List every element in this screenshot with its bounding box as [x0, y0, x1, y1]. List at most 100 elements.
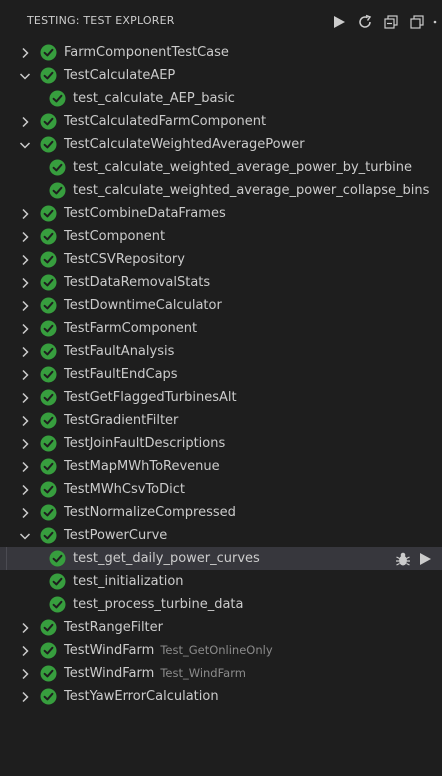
chevron-right-icon[interactable]	[17, 367, 33, 383]
test-suite-row[interactable]: TestYawErrorCalculation	[0, 685, 442, 708]
test-suite-row[interactable]: TestFaultEndCaps	[0, 363, 442, 386]
test-label: TestFaultAnalysis	[64, 343, 174, 360]
test-explorer-header: TESTING: TEST EXPLORER	[0, 0, 442, 42]
passed-icon	[40, 504, 57, 521]
test-name: TestFaultEndCaps	[64, 367, 178, 382]
chevron-right-icon[interactable]	[17, 436, 33, 452]
test-suite-row[interactable]: TestMWhCsvToDict	[0, 478, 442, 501]
test-label: TestCalculatedFarmComponent	[64, 113, 266, 130]
chevron-right-icon[interactable]	[17, 229, 33, 245]
passed-icon	[40, 113, 57, 130]
test-label: TestCombineDataFrames	[64, 205, 226, 222]
test-case-row[interactable]: test_initialization	[0, 570, 442, 593]
more-icon[interactable]	[437, 549, 442, 568]
test-suite-row[interactable]: TestPowerCurve	[0, 524, 442, 547]
chevron-right-icon[interactable]	[17, 643, 33, 659]
chevron-right-icon[interactable]	[17, 459, 33, 475]
test-suite-row[interactable]: TestCalculateWeightedAveragePower	[0, 133, 442, 156]
test-suite-row[interactable]: TestGradientFilter	[0, 409, 442, 432]
collapse-icon[interactable]	[380, 11, 402, 33]
test-name: TestComponent	[64, 229, 166, 244]
test-name: TestGetFlaggedTurbinesAlt	[64, 390, 237, 405]
test-name: TestJoinFaultDescriptions	[64, 436, 226, 451]
chevron-down-icon[interactable]	[17, 528, 33, 544]
chevron-right-icon[interactable]	[17, 413, 33, 429]
test-label: TestNormalizeCompressed	[64, 504, 236, 521]
test-suite-row[interactable]: TestGetFlaggedTurbinesAlt	[0, 386, 442, 409]
chevron-right-icon[interactable]	[17, 482, 33, 498]
chevron-right-icon[interactable]	[17, 45, 33, 61]
test-suite-row[interactable]: TestDowntimeCalculator	[0, 294, 442, 317]
test-name: TestWindFarm	[64, 666, 155, 681]
test-suite-row[interactable]: TestCalculatedFarmComponent	[0, 110, 442, 133]
chevron-right-icon[interactable]	[17, 390, 33, 406]
test-suite-row[interactable]: TestWindFarm Test_GetOnlineOnly	[0, 639, 442, 662]
chevron-right-icon[interactable]	[17, 206, 33, 222]
test-label: test_get_daily_power_curves	[73, 550, 260, 567]
test-name: TestWindFarm	[64, 643, 155, 658]
chevron-right-icon[interactable]	[17, 321, 33, 337]
chevron-right-icon[interactable]	[17, 666, 33, 682]
chevron-right-icon[interactable]	[17, 252, 33, 268]
test-name: TestNormalizeCompressed	[64, 505, 236, 520]
passed-icon	[49, 159, 66, 176]
test-name: TestDowntimeCalculator	[64, 298, 222, 313]
test-suite-row[interactable]: TestWindFarm Test_WindFarm	[0, 662, 442, 685]
test-suite-row[interactable]: TestNormalizeCompressed	[0, 501, 442, 524]
chevron-right-icon[interactable]	[17, 620, 33, 636]
test-description: Test_GetOnlineOnly	[160, 643, 273, 657]
test-label: TestCalculateWeightedAveragePower	[64, 136, 305, 153]
test-label: test_calculate_weighted_average_power_by…	[73, 159, 412, 176]
test-label: TestRangeFilter	[64, 619, 163, 636]
test-name: TestGradientFilter	[64, 413, 179, 428]
test-suite-row[interactable]: TestJoinFaultDescriptions	[0, 432, 442, 455]
test-suite-row[interactable]: TestFarmComponent	[0, 317, 442, 340]
test-suite-row[interactable]: TestCombineDataFrames	[0, 202, 442, 225]
refresh-icon[interactable]	[354, 11, 376, 33]
test-label: TestYawErrorCalculation	[64, 688, 219, 705]
test-suite-row[interactable]: FarmComponentTestCase	[0, 41, 442, 64]
test-label: TestFaultEndCaps	[64, 366, 178, 383]
chevron-down-icon[interactable]	[17, 137, 33, 153]
test-label: TestComponent	[64, 228, 165, 245]
passed-icon	[40, 688, 57, 705]
passed-icon	[40, 228, 57, 245]
run-all-icon[interactable]	[328, 11, 350, 33]
test-suite-row[interactable]: TestCSVRepository	[0, 248, 442, 271]
passed-icon	[40, 389, 57, 406]
clear-icon[interactable]	[406, 11, 428, 33]
run-icon[interactable]	[415, 549, 435, 568]
test-suite-row[interactable]: TestDataRemovalStats	[0, 271, 442, 294]
passed-icon	[40, 481, 57, 498]
test-name: test_initialization	[73, 574, 184, 589]
chevron-down-icon[interactable]	[17, 68, 33, 84]
passed-icon	[40, 274, 57, 291]
test-suite-row[interactable]: TestComponent	[0, 225, 442, 248]
test-label: TestCalculateAEP	[64, 67, 175, 84]
more-icon[interactable]	[432, 11, 442, 33]
test-suite-row[interactable]: TestFaultAnalysis	[0, 340, 442, 363]
passed-icon	[40, 67, 57, 84]
test-label: FarmComponentTestCase	[64, 44, 229, 61]
chevron-right-icon[interactable]	[17, 275, 33, 291]
test-suite-row[interactable]: TestRangeFilter	[0, 616, 442, 639]
test-case-row[interactable]: test_calculate_weighted_average_power_co…	[0, 179, 442, 202]
test-name: TestRangeFilter	[64, 620, 163, 635]
test-suite-row[interactable]: TestMapMWhToRevenue	[0, 455, 442, 478]
test-case-row[interactable]: test_calculate_AEP_basic	[0, 87, 442, 110]
test-name: TestPowerCurve	[64, 528, 168, 543]
chevron-right-icon[interactable]	[17, 298, 33, 314]
test-label: test_calculate_weighted_average_power_co…	[73, 182, 429, 199]
test-case-row[interactable]: test_process_turbine_data	[0, 593, 442, 616]
debug-icon[interactable]	[393, 549, 413, 568]
chevron-right-icon[interactable]	[17, 114, 33, 130]
chevron-right-icon[interactable]	[17, 505, 33, 521]
test-name: test_process_turbine_data	[73, 597, 244, 612]
test-label: TestPowerCurve	[64, 527, 167, 544]
test-suite-row[interactable]: TestCalculateAEP	[0, 64, 442, 87]
test-case-row[interactable]: test_get_daily_power_curves	[0, 547, 442, 570]
test-case-row[interactable]: test_calculate_weighted_average_power_by…	[0, 156, 442, 179]
test-name: TestDataRemovalStats	[64, 275, 211, 290]
chevron-right-icon[interactable]	[17, 689, 33, 705]
chevron-right-icon[interactable]	[17, 344, 33, 360]
